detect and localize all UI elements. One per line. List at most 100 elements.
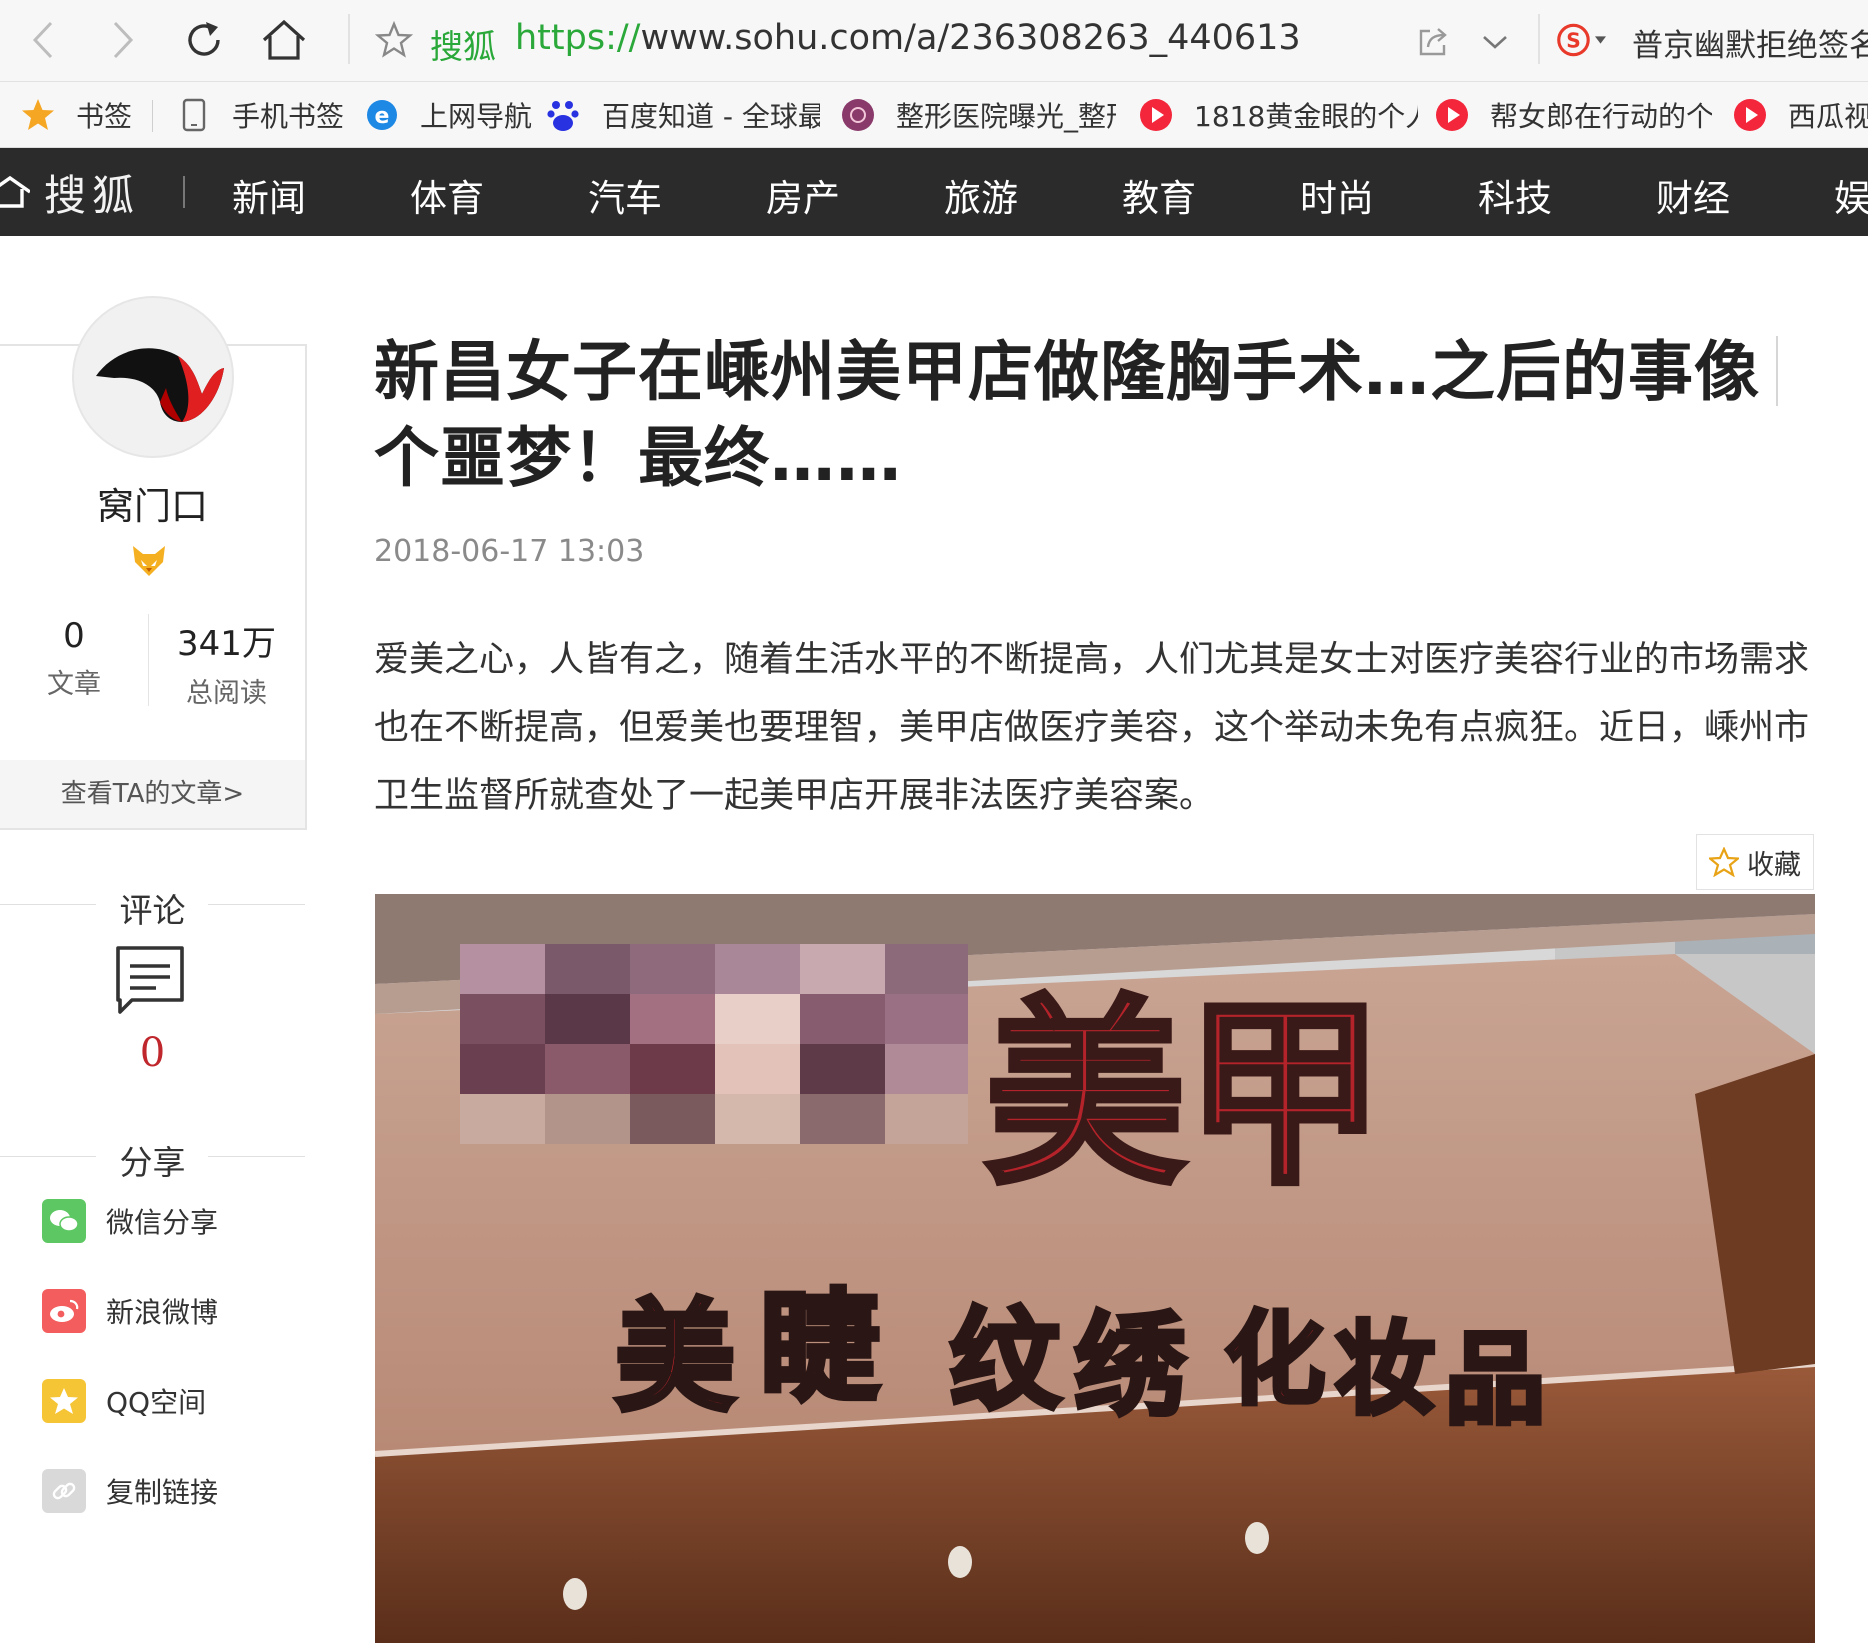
video-icon	[1434, 97, 1470, 133]
bookmark-star-button[interactable]	[372, 18, 416, 62]
nav-item-entertainment[interactable]: 娱	[1834, 168, 1868, 222]
hot-search-text[interactable]: 普京幽默拒绝签名	[1632, 20, 1868, 65]
chevron-right-icon	[113, 21, 134, 59]
bookmarks-bar: 书签 手机书签 e 上网导航 百度知道 - 全球最 整形医院曝光_整形 1818…	[0, 82, 1868, 148]
article-date: 2018-06-17 13:03	[374, 534, 645, 569]
url-path: www.sohu.com/a/236308263_440613	[640, 18, 1301, 58]
nav-item-travel[interactable]: 旅游	[944, 168, 1018, 222]
sign-char: 妆	[1335, 1311, 1435, 1428]
sign-char: 睫	[760, 1279, 880, 1418]
bookmark-label: 上网导航	[420, 100, 533, 133]
collect-button[interactable]: 收藏	[1696, 834, 1814, 890]
article-paragraph: 爱美之心，人皆有之，随着生活水平的不断提高，人们尤其是女士对医疗美容行业的市场需…	[374, 640, 1810, 816]
home-icon	[0, 175, 30, 208]
nav-item-finance[interactable]: 财经	[1656, 168, 1730, 222]
avatar-image	[96, 348, 224, 422]
reload-button[interactable]	[174, 10, 234, 70]
browser-toolbar: 搜狐 https://www.sohu.com/a/236308263_4406…	[0, 0, 1868, 82]
nav-item-auto[interactable]: 汽车	[588, 168, 662, 222]
title-scroll-marker	[1776, 336, 1778, 406]
bookmark-item-bangnvlang[interactable]: 帮女郎在行动的个	[1434, 92, 1712, 138]
author-name[interactable]: 窝门口	[0, 476, 305, 530]
nav-divider	[183, 176, 185, 208]
bookmark-item-bookmarks[interactable]: 书签	[20, 92, 132, 138]
sohu-logo[interactable]: 搜狐	[0, 166, 140, 220]
bookmark-item-nav[interactable]: e 上网导航	[364, 92, 532, 138]
sign-char: 化	[1225, 1301, 1325, 1418]
video-icon	[1732, 97, 1768, 133]
site-label: 搜狐	[430, 27, 496, 66]
url-scheme: https://	[515, 18, 641, 58]
nav-item-tech[interactable]: 科技	[1478, 168, 1552, 222]
share-qzone-button[interactable]: QQ空间	[42, 1378, 206, 1424]
share-weibo-button[interactable]: 新浪微博	[42, 1288, 218, 1334]
storefront-photo: 美甲 美 睫 纹 绣 化 妆 品	[375, 894, 1815, 1643]
sign-main-text: 美甲	[985, 979, 1385, 1212]
home-icon	[262, 19, 306, 60]
stat-articles: 0 文章	[0, 616, 148, 701]
bookmark-item-mobile[interactable]: 手机书签	[176, 92, 344, 138]
forward-button[interactable]	[92, 10, 152, 70]
baidu-icon	[546, 97, 582, 133]
comment-icon[interactable]	[114, 944, 186, 1016]
brand-name: 搜狐	[44, 170, 141, 220]
star-outline-icon	[375, 21, 413, 58]
sign-char: 绣	[1075, 1302, 1186, 1430]
bookmark-label: 帮女郎在行动的个	[1490, 100, 1712, 133]
nav-item-news[interactable]: 新闻	[232, 168, 306, 222]
ie-icon: e	[364, 97, 400, 133]
bookmark-item-hospital[interactable]: 整形医院曝光_整形	[840, 92, 1116, 138]
chevron-down-icon	[1483, 36, 1507, 49]
nav-item-house[interactable]: 房产	[766, 168, 840, 222]
articles-count: 0	[63, 616, 85, 656]
bookmark-item-xigua[interactable]: 西瓜视频	[1732, 92, 1868, 138]
comments-section-title: 评论	[0, 884, 305, 930]
video-icon	[1138, 97, 1174, 133]
share-wechat-button[interactable]: 微信分享	[42, 1198, 218, 1244]
fox-badge-icon	[133, 546, 165, 576]
sign-char: 美	[615, 1289, 735, 1428]
link-icon	[42, 1469, 86, 1513]
svg-text:e: e	[375, 104, 390, 129]
share-page-button[interactable]	[1410, 20, 1456, 64]
weibo-icon	[42, 1289, 86, 1333]
share-icon	[1419, 28, 1447, 56]
bookmark-label: 手机书签	[232, 100, 345, 133]
wechat-icon	[42, 1199, 86, 1243]
nav-item-fashion[interactable]: 时尚	[1300, 168, 1374, 222]
nav-item-education[interactable]: 教育	[1122, 168, 1196, 222]
stat-reads: 341万 总阅读	[148, 616, 305, 710]
toolbar-divider	[348, 14, 350, 64]
address-dropdown-button[interactable]	[1473, 20, 1517, 64]
copy-link-label: 复制链接	[106, 1476, 219, 1509]
nav-item-sports[interactable]: 体育	[410, 168, 484, 222]
bookmark-item-1818[interactable]: 1818黄金眼的个人	[1138, 92, 1418, 138]
bookmark-label: 1818黄金眼的个人	[1194, 100, 1418, 133]
share-qzone-label: QQ空间	[106, 1386, 207, 1419]
collect-label: 收藏	[1747, 849, 1801, 881]
reload-icon	[188, 22, 220, 56]
address-bar-url[interactable]: https://www.sohu.com/a/236308263_440613	[515, 18, 1301, 58]
bookmark-label: 书签	[76, 100, 133, 133]
hospital-icon	[840, 97, 876, 133]
home-button[interactable]	[254, 10, 314, 70]
chevron-left-icon	[32, 21, 53, 59]
share-weibo-label: 新浪微博	[106, 1296, 219, 1329]
sign-char: 纹	[950, 1297, 1061, 1425]
toolbar-divider-2	[1538, 14, 1540, 64]
avatar[interactable]	[72, 296, 234, 458]
phone-icon	[176, 97, 212, 133]
bookmark-item-baidu[interactable]: 百度知道 - 全球最	[546, 92, 820, 138]
copy-link-button[interactable]: 复制链接	[42, 1468, 218, 1514]
article-photo: 美甲 美 睫 纹 绣 化 妆 品	[375, 894, 1815, 1643]
bookmark-label: 西瓜视频	[1788, 100, 1868, 133]
search-engine-selector[interactable]: S	[1556, 18, 1606, 62]
share-title: 分享	[119, 1143, 186, 1182]
bookmark-label: 百度知道 - 全球最	[602, 100, 820, 133]
comment-count[interactable]: 0	[0, 1030, 305, 1076]
back-button[interactable]	[14, 10, 74, 70]
reads-count: 341万	[177, 624, 276, 664]
sign-char: 品	[1445, 1321, 1545, 1438]
share-section-title: 分享	[0, 1136, 305, 1182]
view-author-articles-link[interactable]: 查看TA的文章>	[0, 760, 305, 828]
